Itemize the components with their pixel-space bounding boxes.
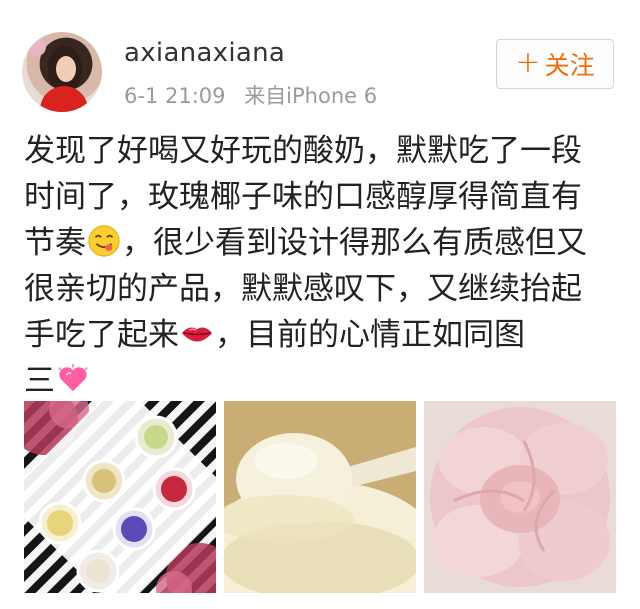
post-line-segment: 三 (24, 363, 55, 399)
post-time: 6-1 21:09 (124, 84, 226, 108)
post-line: 很亲切的产品，默默感叹下，又继续抬起 (24, 271, 582, 307)
post-source[interactable]: 来自iPhone 6 (244, 84, 377, 108)
post-line: 节奏 ，很少看到设计得那么有质感但又 (24, 220, 624, 266)
username[interactable]: axianaxiana (124, 38, 285, 68)
avatar-flower (28, 38, 46, 56)
post-meta: 6-1 21:09 来自iPhone 6 (124, 80, 389, 110)
avatar-face (56, 56, 76, 82)
post-line: 手吃了起来 ，目前的心情正如同图 (24, 312, 624, 358)
photo-yogurt-cups[interactable] (24, 401, 216, 593)
post-line: 时间了，玫瑰椰子味的口感醇厚得简直有 (24, 179, 582, 215)
post-line: 发现了好喝又好玩的酸奶，默默吃了一段 (24, 133, 582, 169)
photo-pink-flower-image (424, 401, 616, 593)
post-line-segment: 手吃了起来 (24, 317, 179, 353)
avatar-dress (40, 86, 88, 112)
post-text: 发现了好喝又好玩的酸奶，默默吃了一段 时间了，玫瑰椰子味的口感醇厚得简直有 节奏… (24, 128, 624, 404)
lips-emoji-icon (181, 327, 213, 341)
avatar[interactable] (22, 32, 102, 112)
photo-pink-flower[interactable] (424, 401, 616, 593)
photo-yogurt-spoon[interactable] (224, 401, 416, 593)
plus-icon: + (515, 45, 541, 80)
post-line-segment: 节奏 (24, 225, 86, 261)
follow-label: 关注 (544, 51, 595, 80)
post-line-segment: ，很少看到设计得那么有质感但又 (122, 225, 587, 261)
post-line: 三 (24, 358, 624, 404)
sparkling-heart-emoji-icon (58, 363, 88, 391)
photo-yogurt-cups-image (24, 401, 216, 593)
yummy-face-emoji-icon (88, 224, 120, 257)
post-line-segment: ，目前的心情正如同图 (215, 317, 525, 353)
photo-yogurt-spoon-image (224, 401, 416, 593)
follow-button[interactable]: + 关注 (496, 39, 614, 89)
